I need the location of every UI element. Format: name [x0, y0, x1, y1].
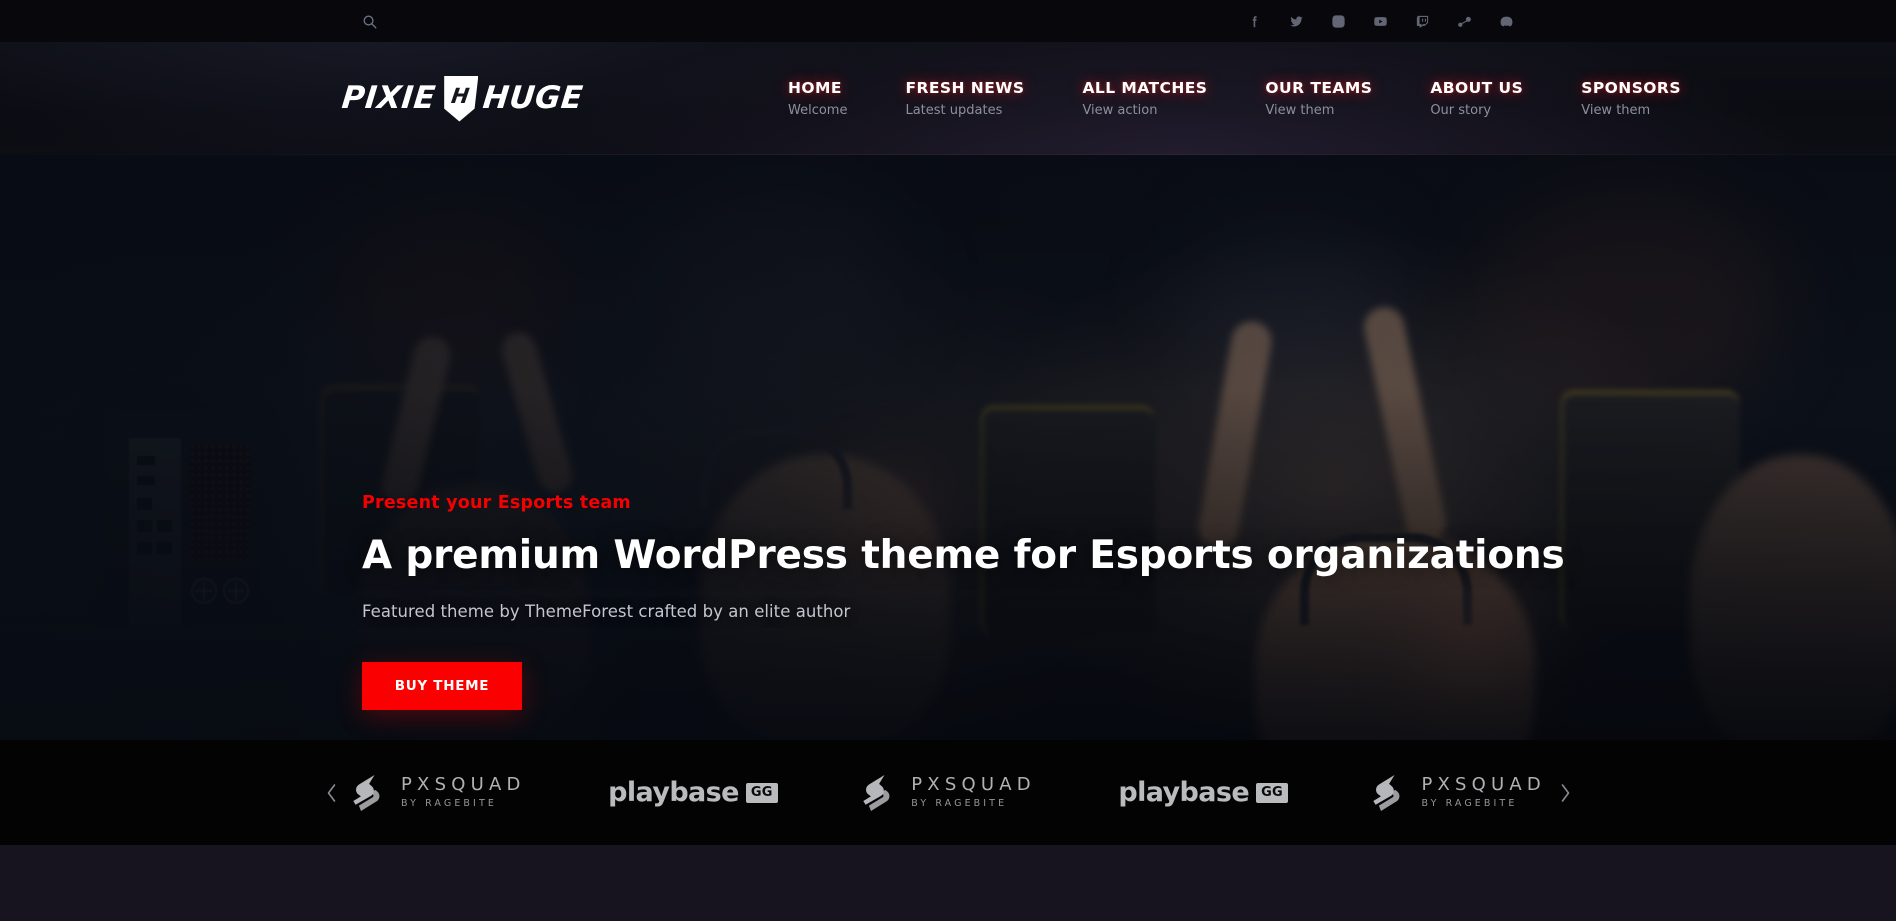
discord-icon[interactable] [1496, 11, 1516, 31]
nav-item-fresh-news[interactable]: FRESH NEWS Latest updates [876, 79, 1053, 117]
nav-label: ABOUT US [1430, 78, 1524, 97]
hero-eyebrow: Present your Esports team [362, 493, 631, 513]
hero-subtitle: Featured theme by ThemeForest crafted by… [362, 602, 851, 622]
nav-item-our-teams[interactable]: OUR TEAMS View them [1236, 79, 1401, 117]
site-header: PIXIE H HUGE HOME Welcome FRESH NEWS Lat… [0, 42, 1896, 155]
search-icon[interactable] [358, 10, 380, 32]
nav-label: FRESH NEWS [905, 78, 1025, 97]
sponsor-name: PXSQUAD [1421, 774, 1546, 796]
sponsor-tagline: BY RAGEBITE [1421, 798, 1518, 810]
sponsor-name: PXSQUAD [911, 774, 1036, 796]
logo-shield-icon: H [440, 75, 479, 122]
sponsor-badge: GG [1256, 782, 1288, 803]
top-bar [0, 0, 1896, 42]
sponsor-name: playbase [608, 777, 739, 808]
nav-sublabel: Our story [1430, 102, 1492, 118]
sponsor-logo-pxsquad[interactable]: PXSQUAD BY RAGEBITE [860, 773, 1036, 813]
sponsor-logo-pxsquad[interactable]: PXSQUAD BY RAGEBITE [1370, 773, 1546, 813]
chevron-right-icon[interactable] [1552, 780, 1578, 806]
buy-theme-button[interactable]: BUY THEME [362, 662, 522, 711]
nav-sublabel: View action [1082, 102, 1158, 118]
sponsor-logo-playbase[interactable]: playbase GG [608, 777, 778, 808]
next-section-strip [0, 845, 1896, 921]
sponsor-tagline: BY RAGEBITE [911, 798, 1008, 810]
pxsquad-mark-icon [1373, 774, 1400, 811]
pxsquad-mark-icon [863, 774, 890, 811]
nav-item-all-matches[interactable]: ALL MATCHES View action [1053, 79, 1236, 117]
nav-sublabel: View them [1581, 102, 1651, 118]
nav-sublabel: Latest updates [905, 102, 1003, 118]
sponsor-track: PXSQUAD BY RAGEBITE playbase GG PXSQUAD … [350, 740, 1546, 845]
nav-item-sponsors[interactable]: SPONSORS View them [1552, 79, 1710, 117]
nav-item-about-us[interactable]: ABOUT US Our story [1401, 79, 1552, 117]
logo-text-first: PIXIE [340, 80, 438, 116]
sponsor-name: PXSQUAD [401, 774, 526, 796]
site-logo[interactable]: PIXIE H HUGE [340, 75, 586, 122]
sponsor-tagline: BY RAGEBITE [401, 798, 497, 810]
nav-item-home[interactable]: HOME Welcome [770, 79, 876, 117]
youtube-icon[interactable] [1370, 11, 1390, 31]
sponsor-name: playbase [1118, 777, 1250, 808]
logo-text-second: HUGE [481, 80, 586, 116]
twitch-icon[interactable] [1412, 11, 1432, 31]
nav-sublabel: Welcome [788, 102, 848, 118]
facebook-icon[interactable] [1244, 11, 1264, 31]
social-links [1244, 11, 1516, 31]
main-navigation: HOME Welcome FRESH NEWS Latest updates A… [770, 79, 1710, 117]
steam-icon[interactable] [1454, 11, 1474, 31]
chevron-left-icon[interactable] [318, 780, 344, 806]
sponsor-badge: GG [745, 782, 778, 803]
nav-label: OUR TEAMS [1265, 78, 1373, 97]
nav-label: ALL MATCHES [1082, 78, 1208, 97]
logo-shield-letter: H [449, 83, 471, 108]
instagram-icon[interactable] [1328, 11, 1348, 31]
sponsors-carousel: PXSQUAD BY RAGEBITE playbase GG PXSQUAD … [0, 740, 1896, 845]
hero-section: Present your Esports team A premium Word… [0, 155, 1896, 740]
twitter-icon[interactable] [1286, 11, 1306, 31]
hero-content: Present your Esports team A premium Word… [362, 493, 1565, 711]
nav-label: HOME [788, 78, 842, 97]
nav-label: SPONSORS [1581, 78, 1681, 97]
sponsor-logo-playbase[interactable]: playbase GG [1118, 777, 1288, 808]
nav-sublabel: View them [1265, 102, 1335, 118]
pxsquad-mark-icon [353, 774, 380, 811]
sponsor-logo-pxsquad[interactable]: PXSQUAD BY RAGEBITE [350, 773, 526, 813]
hero-title: A premium WordPress theme for Esports or… [362, 533, 1565, 578]
